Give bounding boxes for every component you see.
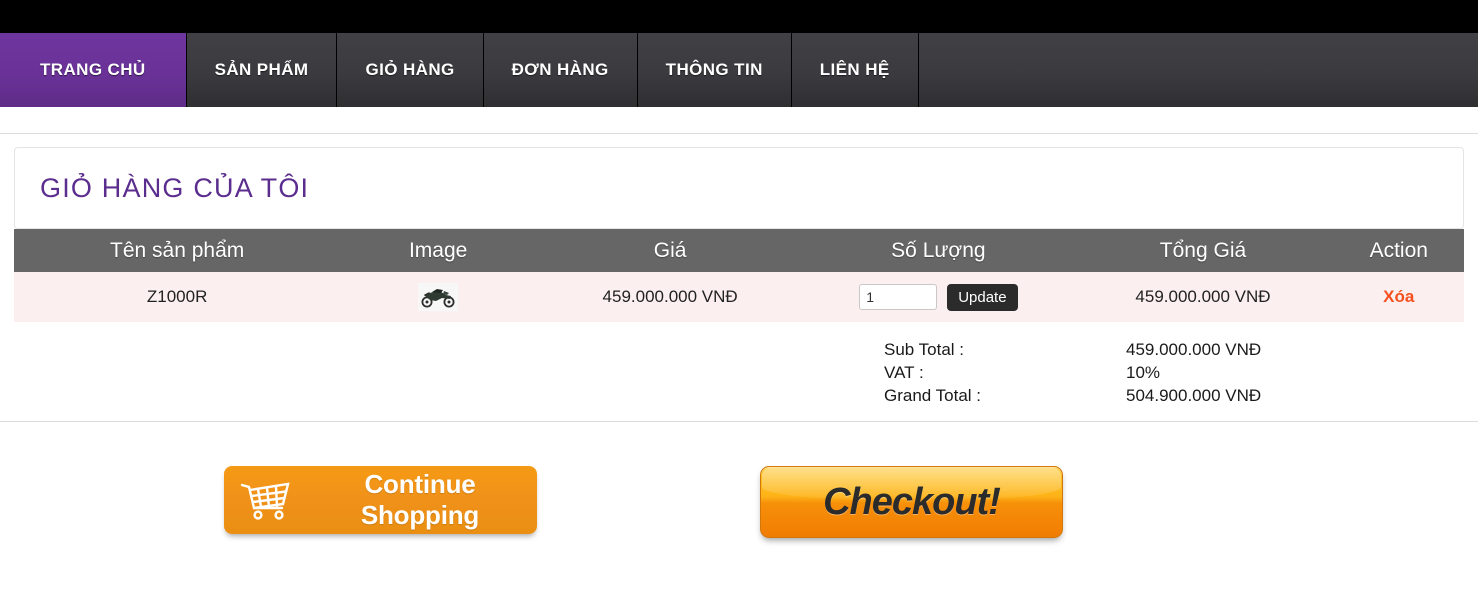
shopping-cart-icon (238, 478, 296, 522)
totals-section: Sub Total : 459.000.000 VNĐ VAT : 10% Gr… (14, 322, 1464, 421)
vat-row: VAT : 10% (884, 361, 1464, 384)
grand-total-label: Grand Total : (884, 386, 982, 405)
header-spacer (0, 107, 1478, 133)
checkout-label: Checkout! (823, 480, 1001, 523)
cart-table-body: Z1000R 459.000.000 VNĐ 1 Update 459.000.… (14, 272, 1464, 322)
cart-table: Tên sản phẩm Image Giá Số Lượng Tổng Giá… (14, 229, 1464, 322)
nav-item-lien-he[interactable]: LIÊN HỆ (791, 33, 919, 107)
nav-label: SẢN PHẨM (214, 60, 309, 79)
header-action: Action (1333, 229, 1464, 272)
nav-label: GIỎ HÀNG (365, 60, 455, 79)
cell-action: Xóa (1333, 272, 1464, 322)
cell-quantity: Update (804, 272, 1073, 322)
header-image: Image (340, 229, 536, 272)
nav-item-gio-hang[interactable]: GIỎ HÀNG (337, 33, 484, 107)
nav-label: TRANG CHỦ (40, 60, 146, 79)
nav-item-trang-chu[interactable]: TRANG CHỦ (0, 33, 187, 107)
vat-label: VAT : (884, 363, 924, 382)
nav-item-san-pham[interactable]: SẢN PHẨM (186, 33, 338, 107)
header-quantity: Số Lượng (804, 229, 1073, 272)
motorcycle-icon (418, 283, 459, 311)
header-price: Giá (536, 229, 805, 272)
quantity-input[interactable] (859, 284, 938, 310)
action-buttons-row: Continue Shopping Checkout! (0, 422, 1478, 538)
cart-table-head: Tên sản phẩm Image Giá Số Lượng Tổng Giá… (14, 229, 1464, 272)
sub-total-row: Sub Total : 459.000.000 VNĐ (884, 338, 1464, 361)
header-product-name: Tên sản phẩm (14, 229, 341, 272)
nav-item-don-hang[interactable]: ĐƠN HÀNG (483, 33, 638, 107)
nav-label: THÔNG TIN (665, 60, 763, 79)
table-header-row: Tên sản phẩm Image Giá Số Lượng Tổng Giá… (14, 229, 1464, 272)
nav-item-thong-tin[interactable]: THÔNG TIN (637, 33, 792, 107)
vat-value: 10% (1126, 363, 1161, 382)
header-divider (0, 133, 1478, 134)
sub-total-label: Sub Total : (884, 340, 965, 359)
cell-price: 459.000.000 VNĐ (536, 272, 805, 322)
sub-total-value: 459.000.000 VNĐ (1126, 340, 1262, 359)
page-title-card: GIỎ HÀNG CỦA TÔI (14, 147, 1464, 229)
continue-shopping-slot: Continue Shopping (0, 466, 760, 538)
cell-total-price: 459.000.000 VNĐ (1072, 272, 1334, 322)
grand-total-row: Grand Total : 504.900.000 VNĐ (884, 384, 1464, 407)
grand-total-value: 504.900.000 VNĐ (1126, 386, 1262, 405)
update-button[interactable]: Update (947, 283, 1018, 311)
checkout-slot: Checkout! (760, 466, 1478, 538)
nav-filler (918, 33, 1478, 107)
cell-product-image (340, 272, 536, 322)
cell-product-name: Z1000R (14, 272, 341, 322)
continue-shopping-label: Continue Shopping (360, 469, 480, 530)
delete-item-link[interactable]: Xóa (1383, 287, 1414, 306)
header-total-price: Tổng Giá (1072, 229, 1334, 272)
main-navigation: TRANG CHỦ SẢN PHẨM GIỎ HÀNG ĐƠN HÀNG THÔ… (0, 33, 1478, 107)
top-black-bar (0, 0, 1478, 33)
cart-table-wrapper: Tên sản phẩm Image Giá Số Lượng Tổng Giá… (0, 229, 1478, 322)
nav-label: LIÊN HỆ (819, 60, 890, 79)
table-row: Z1000R 459.000.000 VNĐ 1 Update 459.000.… (14, 272, 1464, 322)
checkout-button[interactable]: Checkout! (760, 466, 1063, 538)
continue-shopping-button[interactable]: Continue Shopping (223, 466, 537, 534)
page-title: GIỎ HÀNG CỦA TÔI (40, 172, 310, 203)
nav-label: ĐƠN HÀNG (511, 60, 609, 79)
